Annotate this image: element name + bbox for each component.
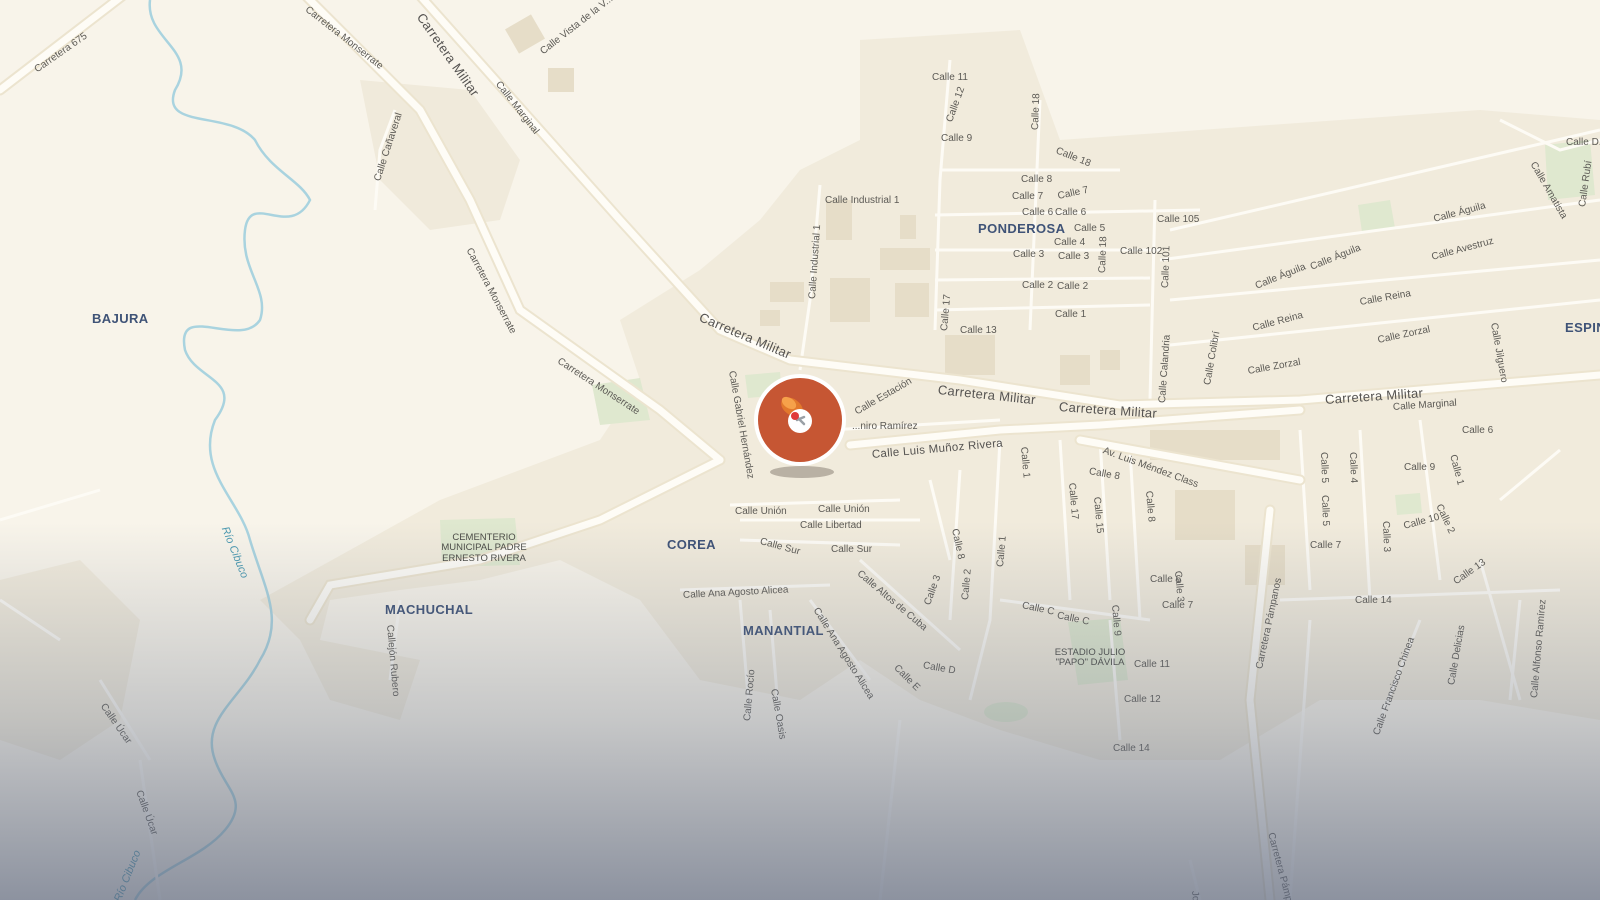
road-label: Calle 15 <box>1091 496 1106 534</box>
road-label: Calle 12 <box>1124 694 1161 705</box>
road-label: Calle 11 <box>1134 659 1170 670</box>
neighborhood-label-manantial: MANANTIAL <box>743 623 824 638</box>
neighborhood-label-corea: COREA <box>667 537 716 552</box>
road-label: Calle 7 <box>1012 191 1044 202</box>
road-label: Calle 3 <box>1013 249 1045 260</box>
road-label: Calle Sur <box>831 544 873 555</box>
road-label: Calle 11 <box>932 72 968 83</box>
road-label: Calle 17 <box>1066 482 1081 520</box>
road-label: Calle 7 <box>1310 540 1342 551</box>
road-label: Calle Libertad <box>800 520 862 531</box>
road-label: Calle Industrial 1 <box>825 195 900 206</box>
road-label: Calle 13 <box>960 325 997 336</box>
map-canvas[interactable]: BAJURA PONDEROSA COREA MACHUCHAL MANANTI… <box>0 0 1600 900</box>
road-label: Calle Unión <box>735 506 787 517</box>
road-label: Calle 5 <box>1319 494 1332 527</box>
road-label: Calle Unión <box>818 504 870 515</box>
road-label: Calle 105 <box>1157 214 1200 225</box>
road-label: Calle 14 <box>1355 595 1392 606</box>
road-label: Calle 4 <box>1347 451 1360 484</box>
road-label: Calle 9 <box>1109 604 1123 637</box>
road-label: Calle 5 <box>1318 451 1331 484</box>
road-label: Calle 3 <box>1058 251 1090 262</box>
location-pin-marker[interactable] <box>752 372 848 468</box>
neighborhood-label-machuchal: MACHUCHAL <box>385 602 474 617</box>
road-label: Calle 3 <box>1380 520 1393 553</box>
road-label: Calle D... <box>1566 137 1600 148</box>
neighborhood-label-espin: ESPIN <box>1565 320 1600 335</box>
poi-label-cementerio: CEMENTERIO MUNICIPAL PADRE ERNESTO RIVER… <box>441 532 527 564</box>
road-label: Calle 102 <box>1120 246 1163 257</box>
neighborhood-label-bajura: BAJURA <box>92 311 149 326</box>
road-label: Calle 14 <box>1113 743 1150 754</box>
road-label: Calle 9 <box>1404 462 1436 473</box>
road-label: ...niro Ramírez <box>852 421 918 432</box>
road-label: Calle 8 <box>1021 174 1053 185</box>
road-label: Calle 3 <box>1172 570 1186 603</box>
road-label: José... <box>1189 890 1203 900</box>
road-label: Calle 9 <box>941 133 973 144</box>
road-label: Calle 2 <box>1057 281 1089 292</box>
road-label: Calle 1 <box>1018 446 1032 479</box>
road-label: Calle 6 <box>1022 207 1054 218</box>
road-label: Calle 18 <box>1030 93 1043 131</box>
road-label: Calle 8 <box>1143 490 1157 523</box>
road-label: Calle 2 <box>1022 280 1054 291</box>
poi-label-estadio: ESTADIO JULIO "PAPO" DÁVILA <box>1054 647 1126 669</box>
road-label: Calle 4 <box>1054 237 1086 248</box>
road-label: Calle 101 <box>1160 245 1173 289</box>
road-label: Calle 18 <box>1097 236 1110 274</box>
road-label: Calle 1 <box>1055 309 1087 320</box>
road-label: Calle 7 <box>1162 600 1194 611</box>
road-label: Calle 5 <box>1074 223 1106 234</box>
road-label: Calle 6 <box>1462 425 1494 436</box>
road-label: Calle 6 <box>1055 207 1087 218</box>
neighborhood-label-ponderosa: PONDEROSA <box>978 221 1066 236</box>
